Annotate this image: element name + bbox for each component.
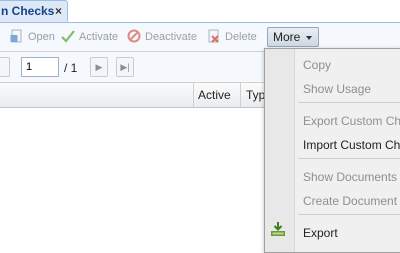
- tab-strip: n Checks ×: [0, 0, 400, 23]
- menu-item-export-custom-checks[interactable]: Export Custom Che: [303, 113, 400, 129]
- prohibited-icon: [127, 29, 141, 43]
- deactivate-button[interactable]: Deactivate: [127, 29, 197, 45]
- next-page-icon: ▶: [95, 62, 103, 72]
- delete-document-icon: [207, 29, 221, 43]
- more-label: More: [273, 30, 301, 44]
- last-page-button[interactable]: ▶|: [116, 57, 134, 77]
- page-number-input[interactable]: [21, 57, 59, 77]
- tab-title: n Checks: [1, 4, 55, 18]
- open-button[interactable]: Open: [10, 29, 55, 45]
- checkmark-icon: [61, 29, 75, 43]
- tab-custom-checks[interactable]: n Checks ×: [0, 0, 68, 22]
- menu-separator: [298, 102, 400, 103]
- chevron-down-icon: [306, 36, 312, 40]
- menu-item-show-usage[interactable]: Show Usage: [303, 81, 371, 97]
- menu-item-create-document[interactable]: Create Document: [303, 193, 397, 209]
- menu-separator: [298, 158, 400, 159]
- more-menu: Copy Show Usage Export Custom Che Import…: [264, 48, 400, 253]
- menu-item-import-custom-checks[interactable]: Import Custom Che: [303, 137, 400, 153]
- delete-label: Delete: [225, 31, 257, 43]
- column-header-active[interactable]: Active: [193, 83, 240, 107]
- page-count-text: / 1: [64, 61, 78, 75]
- deactivate-label: Deactivate: [145, 31, 197, 43]
- activate-button[interactable]: Activate: [61, 29, 118, 45]
- next-page-button[interactable]: ▶: [90, 57, 108, 77]
- menu-item-copy[interactable]: Copy: [303, 57, 331, 73]
- menu-item-export[interactable]: Export: [303, 225, 338, 241]
- open-label: Open: [28, 31, 55, 43]
- menu-separator: [298, 214, 400, 215]
- delete-button[interactable]: Delete: [207, 29, 257, 45]
- prev-page-button[interactable]: [0, 57, 10, 77]
- activate-label: Activate: [79, 31, 119, 43]
- export-icon: [270, 221, 286, 237]
- last-page-icon: ▶|: [120, 62, 130, 72]
- open-document-icon: [10, 29, 24, 43]
- more-button[interactable]: More: [267, 27, 319, 47]
- tab-close-icon[interactable]: ×: [55, 1, 62, 22]
- menu-item-show-documents[interactable]: Show Documents: [303, 169, 397, 185]
